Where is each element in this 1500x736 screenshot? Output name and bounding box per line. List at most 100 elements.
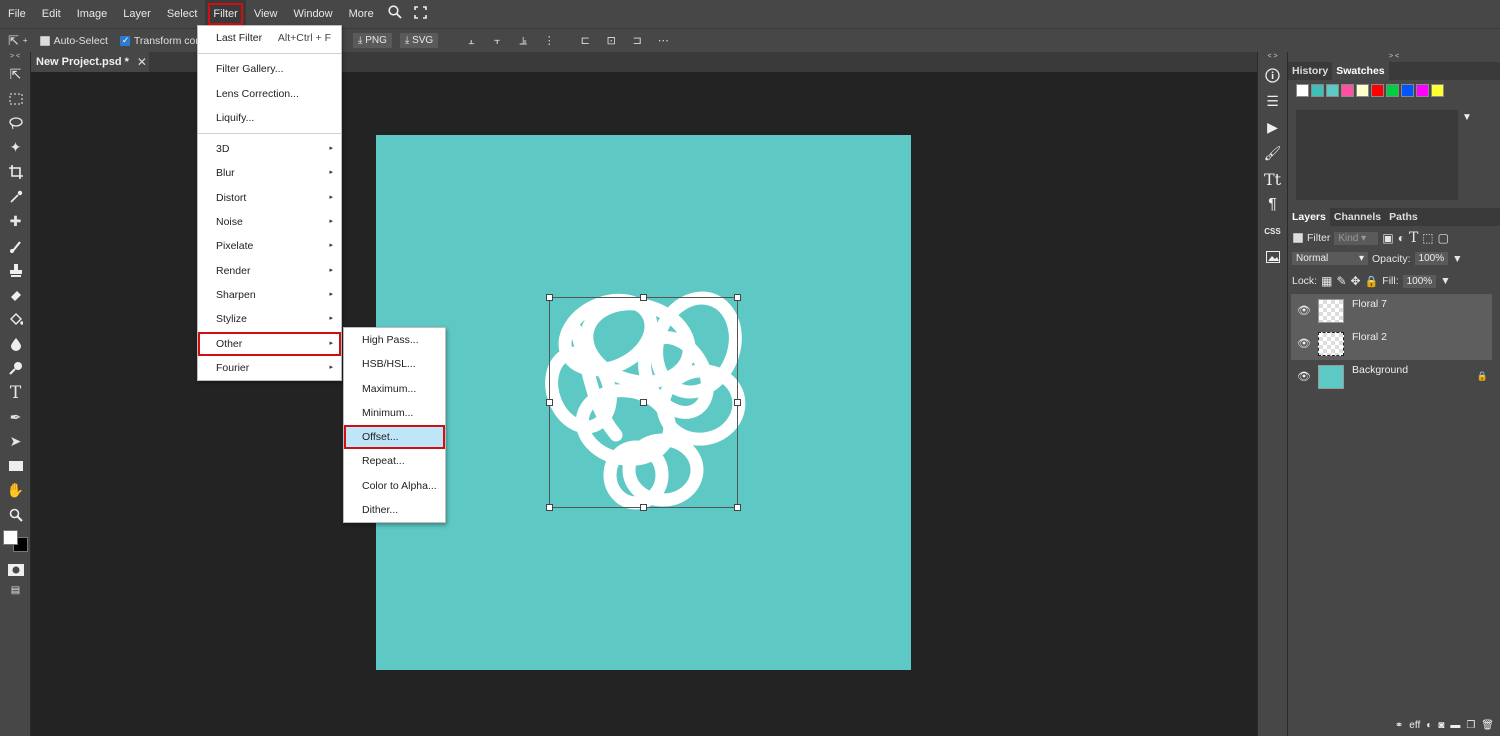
color-swatch[interactable] [1416, 84, 1429, 97]
transform-handle-br[interactable] [734, 504, 741, 511]
document-tab[interactable]: New Project.psd * ✕ [31, 52, 149, 72]
distribute-v-icon[interactable]: ⋮ [542, 34, 556, 48]
healing-brush-icon[interactable]: ✚ [0, 209, 31, 234]
path-select-icon[interactable]: ➤ [0, 430, 31, 455]
zoom-tool-icon[interactable] [0, 503, 31, 528]
filter-image-icon[interactable]: ▣ [1382, 231, 1393, 245]
fill-input[interactable]: 100% [1402, 274, 1437, 288]
transform-bounding-box[interactable] [546, 294, 741, 511]
transform-handle-r[interactable] [734, 399, 741, 406]
transform-handle-b[interactable] [640, 504, 647, 511]
image-icon[interactable] [1258, 244, 1287, 270]
tab-paths[interactable]: Paths [1385, 208, 1422, 226]
info-icon[interactable] [1258, 62, 1287, 88]
menu-window[interactable]: Window [286, 0, 341, 28]
auto-select-checkbox[interactable] [39, 35, 50, 46]
new-group-icon[interactable]: ▬ [1450, 720, 1460, 731]
menu-item-maximum[interactable]: Maximum... [344, 377, 445, 401]
menu-layer[interactable]: Layer [115, 0, 159, 28]
menu-item-sharpen[interactable]: Sharpen ▸ [198, 283, 341, 307]
align-hcenter-icon[interactable]: ⊡ [604, 34, 618, 48]
color-swatch[interactable] [1371, 84, 1384, 97]
menu-item-fourier[interactable]: Fourier ▸ [198, 356, 341, 380]
menu-item-high-pass[interactable]: High Pass... [344, 328, 445, 352]
actions-play-icon[interactable]: ▶ [1258, 114, 1287, 140]
brush-tool-icon[interactable] [0, 234, 31, 259]
filter-smart-icon[interactable]: ▢ [1438, 231, 1449, 245]
lock-brush-icon[interactable]: ✎ [1336, 274, 1346, 288]
type-tool-icon[interactable]: T [0, 381, 31, 406]
menu-item-liquify[interactable]: Liquify... [198, 106, 341, 130]
dodge-tool-icon[interactable] [0, 356, 31, 381]
menu-item-last-filter[interactable]: Last Filter Alt+Ctrl + F [198, 26, 341, 50]
tab-swatches[interactable]: Swatches [1332, 62, 1389, 80]
distribute-h-icon[interactable]: ⋯ [656, 34, 670, 48]
blend-mode-select[interactable]: Normal ▾ [1292, 252, 1368, 265]
close-tab-icon[interactable]: ✕ [137, 55, 147, 69]
menu-select[interactable]: Select [159, 0, 206, 28]
hand-tool-icon[interactable]: ✋ [0, 479, 31, 504]
collapse-toggle-icon[interactable]: > < [0, 52, 30, 62]
lock-all-icon[interactable]: 🔒 [1365, 275, 1379, 288]
color-swatch[interactable] [1356, 84, 1369, 97]
menu-item-other[interactable]: Other ▸ [198, 331, 341, 356]
color-swatches[interactable] [0, 528, 30, 558]
filter-adjust-icon[interactable]: ◐ [1398, 231, 1405, 245]
menu-item-dither[interactable]: Dither... [344, 498, 445, 522]
adjustment-layer-icon[interactable]: ◐ [1426, 720, 1432, 731]
move-tool-icon[interactable]: ⇱ [0, 62, 31, 87]
menu-item-distort[interactable]: Distort ▸ [198, 186, 341, 210]
screen-mode-icon[interactable]: ▤ [0, 582, 31, 598]
align-right-icon[interactable]: ⊐ [630, 34, 644, 48]
clone-stamp-icon[interactable] [0, 258, 31, 283]
align-bottom-icon[interactable]: ⫡ [516, 34, 530, 48]
rectangle-tool-icon[interactable] [0, 454, 31, 479]
menu-item-filter-gallery[interactable]: Filter Gallery... [198, 57, 341, 81]
crop-tool-icon[interactable] [0, 160, 31, 185]
filter-shape-icon[interactable]: ⬚ [1422, 231, 1433, 245]
menu-item-render[interactable]: Render ▸ [198, 259, 341, 283]
blur-tool-icon[interactable] [0, 332, 31, 357]
color-swatch[interactable] [1311, 84, 1324, 97]
css-icon[interactable]: CSS [1258, 218, 1287, 244]
menu-item-lens-correction[interactable]: Lens Correction... [198, 82, 341, 106]
transform-handle-tl[interactable] [546, 294, 553, 301]
tab-history[interactable]: History [1288, 62, 1332, 80]
adjustments-icon[interactable]: ☰ [1258, 88, 1287, 114]
menu-item-noise[interactable]: Noise ▸ [198, 210, 341, 234]
layer-effects-button[interactable]: eff [1409, 720, 1420, 731]
collapse-toggle-icon[interactable]: < > [1258, 52, 1287, 62]
tab-channels[interactable]: Channels [1330, 208, 1385, 226]
transform-handle-t[interactable] [640, 294, 647, 301]
color-swatch[interactable] [1341, 84, 1354, 97]
magic-wand-icon[interactable]: ✦ [0, 136, 31, 161]
menu-filter[interactable]: Filter [205, 0, 246, 28]
transform-controls-checkbox[interactable] [119, 35, 130, 46]
lock-move-icon[interactable]: ✥ [1351, 274, 1361, 288]
paint-bucket-icon[interactable] [0, 307, 31, 332]
transform-handle-center[interactable] [640, 399, 647, 406]
transform-handle-tr[interactable] [734, 294, 741, 301]
foreground-color-swatch[interactable] [3, 529, 18, 545]
transform-handle-bl[interactable] [546, 504, 553, 511]
layer-filter-checkbox[interactable] [1293, 233, 1303, 243]
menu-item-stylize[interactable]: Stylize ▸ [198, 307, 341, 331]
menu-view[interactable]: View [246, 0, 286, 28]
menu-file[interactable]: File [0, 0, 34, 28]
search-icon[interactable] [382, 0, 408, 28]
menu-item-3d[interactable]: 3D ▸ [198, 137, 341, 161]
layer-row-background[interactable]: 👁 Background 🔒 [1291, 360, 1492, 393]
menu-item-blur[interactable]: Blur ▸ [198, 161, 341, 185]
delete-layer-icon[interactable]: 🗑 [1481, 720, 1494, 731]
fill-dropdown-icon[interactable]: ▼ [1440, 275, 1450, 287]
menu-item-hsb-hsl[interactable]: HSB/HSL... [344, 352, 445, 376]
menu-item-color-to-alpha[interactable]: Color to Alpha... [344, 474, 445, 498]
paragraph-icon[interactable]: ¶ [1258, 192, 1287, 218]
menu-item-repeat[interactable]: Repeat... [344, 449, 445, 473]
menu-edit[interactable]: Edit [34, 0, 69, 28]
visibility-eye-icon[interactable]: 👁 [1295, 370, 1313, 383]
menu-image[interactable]: Image [69, 0, 116, 28]
color-swatch[interactable] [1386, 84, 1399, 97]
menu-item-offset[interactable]: Offset... [344, 425, 445, 450]
eraser-tool-icon[interactable] [0, 283, 31, 308]
